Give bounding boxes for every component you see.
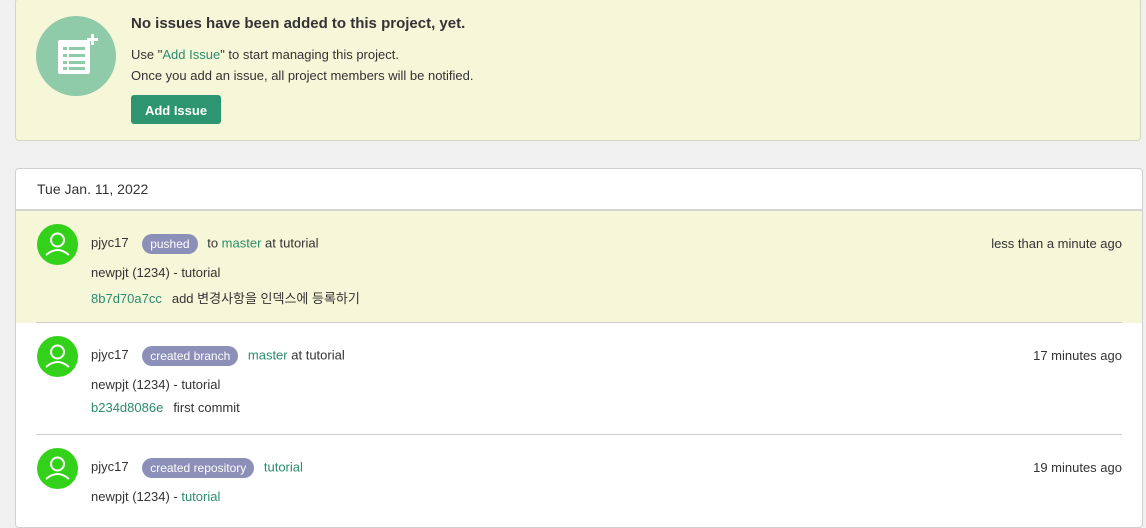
activity-time: 17 minutes ago — [1033, 348, 1122, 363]
empty-issues-panel: No issues have been added to this projec… — [15, 0, 1141, 141]
empty-state-title: No issues have been added to this projec… — [131, 15, 466, 32]
project-name: newpjt (1234) - tutorial — [91, 489, 221, 504]
avatar[interactable] — [37, 336, 78, 377]
project-name: newpjt (1234) - tutorial — [91, 377, 221, 392]
commit-hash-link[interactable]: b234d8086e — [91, 400, 163, 415]
add-issue-button[interactable]: Add Issue — [131, 95, 221, 124]
user-name[interactable]: pjyc17 — [91, 459, 129, 474]
action-badge: pushed — [142, 234, 198, 254]
activity-summary: pjyc17 created branch master at tutorial — [91, 346, 345, 366]
issue-list-add-icon — [36, 16, 116, 96]
activity-time: less than a minute ago — [991, 236, 1122, 251]
user-name[interactable]: pjyc17 — [91, 347, 129, 362]
action-badge: created repository — [142, 458, 255, 478]
user-name[interactable]: pjyc17 — [91, 235, 129, 250]
activity-location: at tutorial — [265, 235, 319, 251]
empty-state-notice: Once you add an issue, all project membe… — [131, 68, 474, 83]
avatar[interactable] — [37, 448, 78, 489]
activity-preposition: to — [207, 235, 219, 251]
empty-state-instruction: Use "Add Issue" to start managing this p… — [131, 47, 399, 62]
branch-link[interactable]: master — [222, 235, 262, 250]
activity-time: 19 minutes ago — [1033, 460, 1122, 475]
add-issue-link[interactable]: Add Issue — [162, 47, 220, 62]
repository-link[interactable]: tutorial — [264, 459, 303, 474]
project-repo-link[interactable]: tutorial — [181, 489, 220, 504]
activity-date-header: Tue Jan. 11, 2022 — [16, 169, 1142, 211]
activity-item: pjyc17 created branch master at tutorial… — [16, 323, 1142, 435]
commit-message: add 변경사항을 인덱스에 등록하기 — [171, 291, 360, 306]
activity-item: pjyc17 pushed to master at tutorial less… — [16, 211, 1142, 323]
activity-location: at tutorial — [291, 347, 345, 363]
commit-message: first commit — [173, 400, 240, 415]
activity-item: pjyc17 created repository tutorial 19 mi… — [16, 435, 1142, 527]
branch-link[interactable]: master — [248, 347, 288, 362]
activity-summary: pjyc17 created repository tutorial — [91, 458, 303, 478]
commit-hash-link[interactable]: 8b7d70a7cc — [91, 291, 162, 306]
commit-line: 8b7d70a7cc add 변경사항을 인덱스에 등록하기 — [91, 288, 360, 307]
activity-summary: pjyc17 pushed to master at tutorial — [91, 234, 319, 254]
commit-line: b234d8086e first commit — [91, 400, 240, 415]
avatar[interactable] — [37, 224, 78, 265]
activity-feed: Tue Jan. 11, 2022 pjyc17 pushed to maste… — [15, 168, 1143, 528]
project-name: newpjt (1234) - tutorial — [91, 265, 221, 280]
action-badge: created branch — [142, 346, 239, 366]
